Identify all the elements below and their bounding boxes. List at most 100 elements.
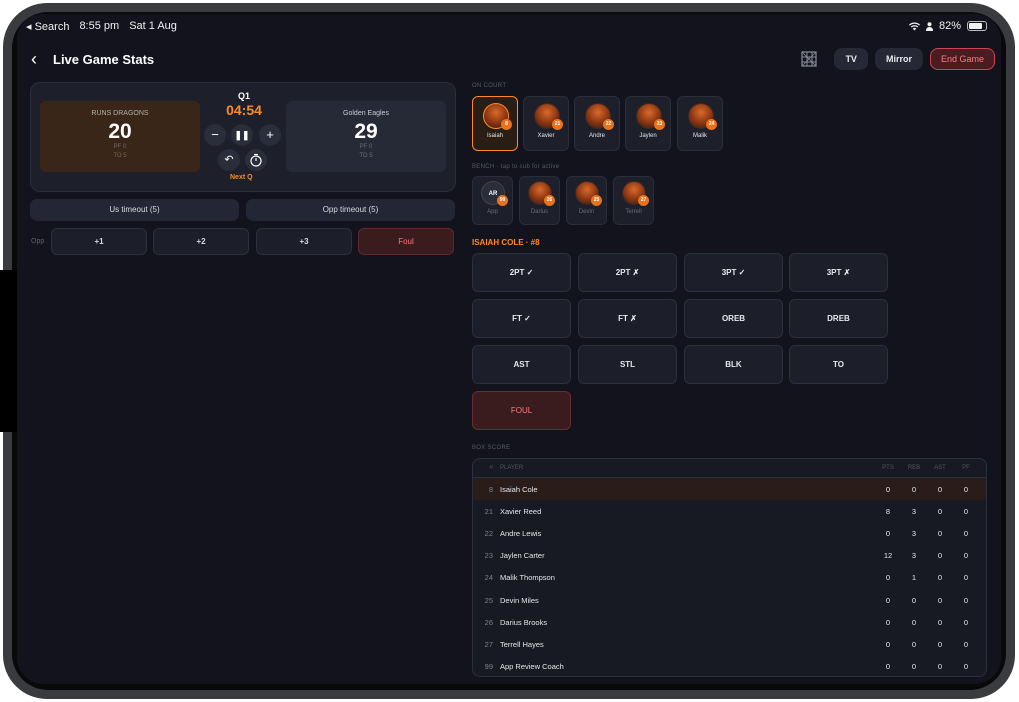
bench-card-terrell[interactable]: 27 Terrell (613, 176, 654, 225)
clock-time: 04:54 (226, 102, 262, 118)
home-fouls: PF 0 (113, 144, 127, 150)
stat-blk-button[interactable]: BLK (684, 345, 783, 384)
table-cell: 3 (911, 551, 917, 561)
status-date: Sat 1 Aug (129, 20, 177, 32)
table-cell: 0 (937, 484, 943, 494)
table-cell: 0 (937, 573, 943, 583)
stat-foul-button[interactable]: FOUL (472, 391, 571, 430)
opp-plus-2-button[interactable]: +2 (153, 228, 249, 255)
away-team-name: Golden Eagles (343, 110, 389, 117)
player-avatar: 26 (528, 181, 555, 206)
player-name: Darius (530, 209, 549, 215)
status-bar-left: ◂ Search 8:55 pm Sat 1 Aug (26, 20, 177, 33)
bench-card-darius[interactable]: 26 Darius (519, 176, 560, 225)
table-cell: 0 (963, 484, 969, 494)
table-row[interactable]: 23 Jaylen Carter 12 3 0 0 (473, 545, 986, 567)
home-timeouts: TO 5 (113, 153, 127, 159)
player-card-xavier[interactable]: 21 Xavier (523, 96, 569, 151)
table-row[interactable]: 27 Terrell Hayes 0 0 0 0 (473, 633, 986, 655)
table-cell: 8 (488, 484, 493, 494)
stat-ast-button[interactable]: AST (472, 345, 571, 384)
box-score-table: # PLAYER PTS REB AST PF 8 Isaiah Cole 0 0 0 0… (472, 458, 987, 677)
player-avatar: 22 (585, 103, 614, 130)
table-row[interactable]: 25 Devin Miles 0 0 0 0 (473, 589, 986, 611)
table-cell: Xavier Reed (500, 506, 542, 516)
person-icon (925, 21, 933, 31)
table-row[interactable]: 24 Malik Thompson 0 1 0 0 (473, 567, 986, 589)
opp-foul-button[interactable]: Foul (358, 228, 454, 255)
undo-icon[interactable]: ↶ (218, 149, 240, 171)
quarter-label: Q1 (237, 91, 250, 101)
table-cell: 0 (963, 528, 969, 538)
table-row[interactable]: 99 App Review Coach 0 0 0 0 (473, 656, 986, 677)
player-name: Andre (588, 133, 605, 139)
opp-plus-1-button[interactable]: +1 (51, 228, 147, 255)
battery-percent: 82% (938, 20, 961, 32)
player-name: Malik (692, 133, 707, 139)
away-team-panel: Golden Eagles 29 PF 0 TO 5 (286, 101, 446, 172)
player-card-jaylen[interactable]: 23 Jaylen (625, 96, 671, 151)
table-cell: 25 (484, 595, 493, 605)
table-cell: 23 (484, 551, 493, 561)
stat-to-button[interactable]: TO (789, 345, 888, 384)
table-body: 8 Isaiah Cole 0 0 0 0 21 Xavier Reed 8 3 0 0 22 Andre… (473, 478, 986, 677)
table-cell: Devin Miles (500, 595, 539, 605)
player-name: Xavier (537, 133, 555, 139)
end-game-button[interactable]: End Game (929, 48, 995, 70)
table-cell: 0 (885, 662, 891, 672)
qr-grid-icon[interactable] (801, 51, 818, 67)
opp-plus-3-button[interactable]: +3 (256, 228, 352, 255)
status-time: 8:55 pm (79, 20, 120, 32)
app-screen: ◂ Search 8:55 pm Sat 1 Aug 82% ‹ Live Ga… (17, 14, 1001, 684)
bench-card-devin[interactable]: 25 Devin (566, 176, 607, 225)
stat-2pt-made-button[interactable]: 2PT ✓ (472, 253, 571, 292)
table-cell: 0 (911, 662, 917, 672)
player-card-malik[interactable]: 24 Malik (677, 96, 723, 151)
table-cell: 0 (963, 662, 969, 672)
game-clock: Q1 04:54 (201, 91, 287, 118)
table-cell: 0 (937, 662, 943, 672)
stat-ft-made-button[interactable]: FT ✓ (472, 299, 571, 338)
table-row[interactable]: 22 Andre Lewis 0 3 0 0 (473, 522, 986, 544)
back-to-app-link[interactable]: ◂ Search (26, 20, 69, 33)
player-card-andre[interactable]: 22 Andre (574, 96, 620, 151)
tv-button[interactable]: TV (834, 48, 868, 70)
away-fouls: PF 0 (359, 144, 373, 150)
wifi-icon (908, 22, 920, 30)
pause-icon[interactable]: ❚❚ (231, 124, 253, 146)
table-row[interactable]: 21 Xavier Reed 8 3 0 0 (473, 500, 986, 522)
stat-3pt-miss-button[interactable]: 3PT ✗ (789, 253, 888, 292)
table-row[interactable]: 8 Isaiah Cole 0 0 0 0 (473, 478, 986, 501)
mirror-button[interactable]: Mirror (874, 48, 923, 70)
timer-icon[interactable] (245, 149, 267, 171)
stat-dreb-button[interactable]: DREB (789, 299, 888, 338)
player-avatar: 23 (636, 103, 665, 130)
us-timeout-button[interactable]: Us timeout (5) (30, 199, 239, 221)
stat-2pt-miss-button[interactable]: 2PT ✗ (578, 253, 677, 292)
table-cell: Andre Lewis (500, 528, 542, 538)
stat-ft-miss-button[interactable]: FT ✗ (578, 299, 677, 338)
home-team-name: RUNS DRAGONS (91, 110, 149, 117)
minus-icon[interactable]: − (204, 124, 226, 146)
away-timeouts: TO 5 (359, 153, 373, 159)
opp-timeout-button[interactable]: Opp timeout (5) (246, 199, 455, 221)
stat-stl-button[interactable]: STL (578, 345, 677, 384)
selected-player-label: ISAIAH COLE · #8 (472, 238, 540, 247)
player-name: Jaylen (639, 133, 657, 139)
table-header: # PLAYER PTS REB AST PF (473, 459, 986, 478)
stat-3pt-made-button[interactable]: 3PT ✓ (684, 253, 783, 292)
player-avatar: 21 (534, 103, 563, 130)
stat-oreb-button[interactable]: OREB (684, 299, 783, 338)
table-cell: 99 (484, 662, 493, 672)
table-cell: 0 (885, 639, 891, 649)
plus-icon[interactable]: + (259, 124, 281, 146)
bench-card-app[interactable]: AR 99 App (472, 176, 513, 225)
table-row[interactable]: 26 Darius Brooks 0 0 0 0 (473, 611, 986, 633)
next-quarter-button[interactable]: Next Q (230, 174, 253, 181)
player-avatar: 27 (622, 181, 649, 206)
table-cell: 0 (911, 639, 917, 649)
player-card-isaiah[interactable]: 8 Isaiah (472, 96, 518, 151)
back-chevron-icon[interactable]: ‹ (31, 49, 37, 70)
app-header: ‹ Live Game Stats TV Mirror End Game (17, 48, 1001, 72)
bench-label: BENCH · tap to sub for active (472, 164, 560, 170)
